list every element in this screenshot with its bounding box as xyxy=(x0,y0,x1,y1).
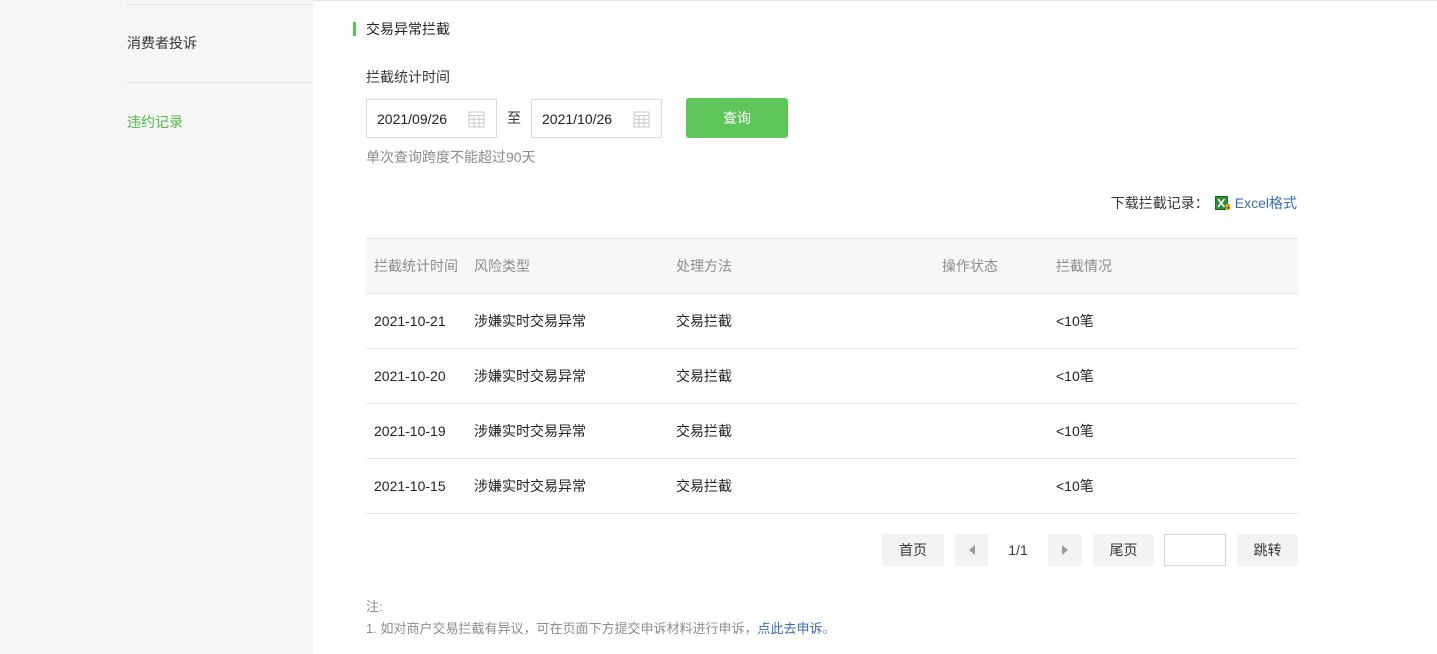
download-records: 下载拦截记录： Excel格式 xyxy=(1111,193,1297,213)
cell-risk-type: 涉嫌实时交易异常 xyxy=(474,423,586,439)
note-text: 1. 如对商户交易拦截有异议，可在页面下方提交申诉材料进行申诉， xyxy=(366,621,758,636)
table-row: 2021-10-20 涉嫌实时交易异常 交易拦截 <10笔 xyxy=(366,349,1298,404)
column-header-status: 操作状态 xyxy=(942,258,998,274)
end-date-value: 2021/10/26 xyxy=(542,110,613,127)
sidebar: 消费者投诉 违约记录 xyxy=(0,0,313,654)
date-range-hint: 单次查询跨度不能超过90天 xyxy=(366,149,536,165)
table-row: 2021-10-19 涉嫌实时交易异常 交易拦截 <10笔 xyxy=(366,404,1298,459)
section-title: 交易异常拦截 xyxy=(366,21,450,37)
cell-interception: <10笔 xyxy=(1056,478,1094,494)
note-line-1: 1. 如对商户交易拦截有异议，可在页面下方提交申诉材料进行申诉，点此去申诉。 xyxy=(366,619,836,639)
sidebar-divider xyxy=(127,82,313,83)
cell-date: 2021-10-21 xyxy=(374,313,446,329)
end-date-input[interactable]: 2021/10/26 xyxy=(531,99,662,138)
cell-date: 2021-10-15 xyxy=(374,478,446,494)
sidebar-item-violation-records[interactable]: 违约记录 xyxy=(127,112,183,132)
section-header: 交易异常拦截 xyxy=(353,20,450,38)
jump-button[interactable]: 跳转 xyxy=(1237,534,1298,566)
sidebar-item-consumer-complaints[interactable]: 消费者投诉 xyxy=(127,33,197,53)
column-header-interception: 拦截情况 xyxy=(1056,258,1112,274)
prev-page-button[interactable] xyxy=(955,534,988,566)
page-indicator: 1/1 xyxy=(1008,542,1028,558)
page-jump-input[interactable] xyxy=(1164,534,1226,566)
cell-interception: <10笔 xyxy=(1056,423,1094,439)
cell-risk-type: 涉嫌实时交易异常 xyxy=(474,313,586,329)
cell-risk-type: 涉嫌实时交易异常 xyxy=(474,368,586,384)
cell-risk-type: 涉嫌实时交易异常 xyxy=(474,478,586,494)
excel-icon[interactable] xyxy=(1214,195,1231,211)
caret-right-icon xyxy=(1062,545,1068,555)
table-row: 2021-10-15 涉嫌实时交易异常 交易拦截 <10笔 xyxy=(366,459,1298,514)
appeal-link[interactable]: 点此去申诉 xyxy=(757,621,822,636)
note-suffix: 。 xyxy=(822,621,836,636)
next-page-button[interactable] xyxy=(1048,534,1082,566)
start-date-input[interactable]: 2021/09/26 xyxy=(366,99,497,138)
filter-time-label: 拦截统计时间 xyxy=(366,69,450,85)
caret-left-icon xyxy=(968,545,975,555)
cell-date: 2021-10-19 xyxy=(374,423,446,439)
table-header: 拦截统计时间 风险类型 处理方法 操作状态 拦截情况 xyxy=(366,239,1298,294)
cell-date: 2021-10-20 xyxy=(374,368,446,384)
first-page-button[interactable]: 首页 xyxy=(882,534,944,566)
cell-interception: <10笔 xyxy=(1056,313,1094,329)
note-title: 注: xyxy=(366,599,383,614)
excel-download-link[interactable]: Excel格式 xyxy=(1235,193,1297,213)
table-row: 2021-10-21 涉嫌实时交易异常 交易拦截 <10笔 xyxy=(366,294,1298,349)
last-page-button[interactable]: 尾页 xyxy=(1093,534,1154,566)
column-header-risk-type: 风险类型 xyxy=(474,258,530,274)
section-accent-bar xyxy=(353,22,356,36)
calendar-icon[interactable] xyxy=(468,111,485,128)
calendar-icon[interactable] xyxy=(633,111,650,128)
date-range-separator: 至 xyxy=(507,110,521,126)
cell-method: 交易拦截 xyxy=(676,423,732,439)
start-date-value: 2021/09/26 xyxy=(377,110,448,127)
cell-interception: <10笔 xyxy=(1056,368,1094,384)
download-label: 下载拦截记录： xyxy=(1110,195,1209,211)
cell-method: 交易拦截 xyxy=(676,478,732,494)
sidebar-divider-top xyxy=(127,4,313,5)
query-button[interactable]: 查询 xyxy=(686,98,788,138)
cell-method: 交易拦截 xyxy=(676,368,732,384)
cell-method: 交易拦截 xyxy=(676,313,732,329)
column-header-time: 拦截统计时间 xyxy=(374,258,458,274)
column-header-method: 处理方法 xyxy=(676,258,732,274)
interception-table: 拦截统计时间 风险类型 处理方法 操作状态 拦截情况 2021-10-21 涉嫌… xyxy=(366,238,1298,514)
